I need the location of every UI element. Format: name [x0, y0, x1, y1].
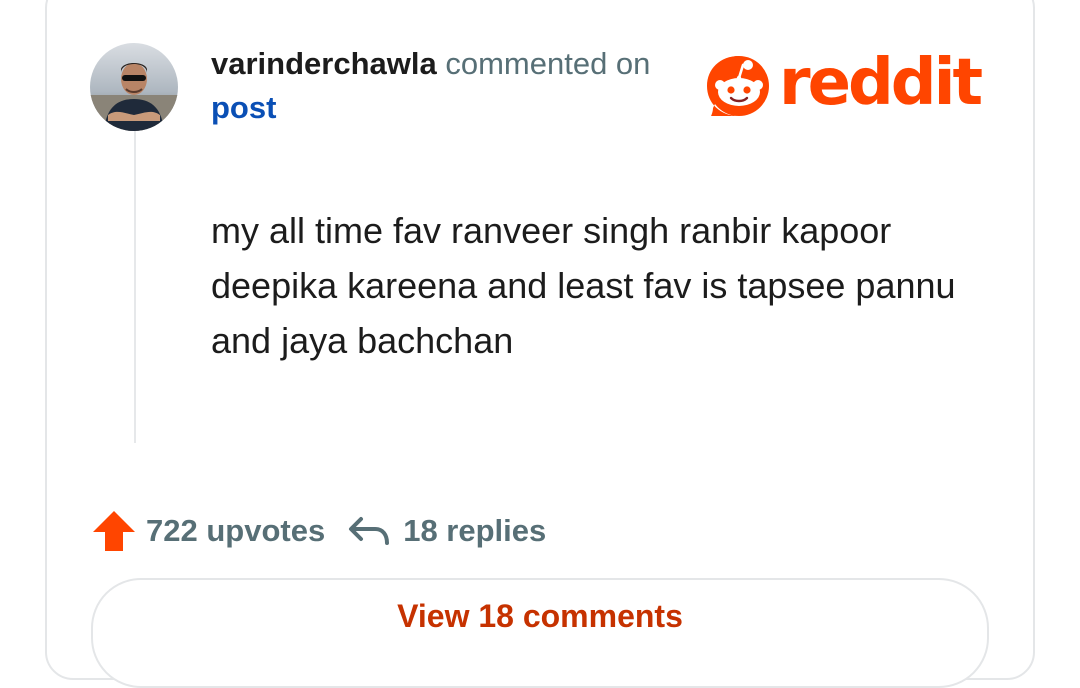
upvote-count: 722 upvotes	[146, 513, 326, 548]
reply-count: 18 replies	[403, 513, 547, 548]
action-text: commented on	[445, 46, 651, 81]
reply-arrow-icon[interactable]	[347, 513, 391, 549]
username-link[interactable]: varinderchawla	[211, 46, 437, 81]
reddit-logo: reddit	[703, 48, 983, 120]
comment-header: varinderchawla commented on	[211, 44, 650, 84]
avatar-photo	[90, 43, 178, 131]
reddit-snoo-icon	[707, 56, 769, 116]
reddit-wordmark: reddit	[779, 46, 983, 120]
comment-text: my all time fav ranveer singh ranbir kap…	[211, 210, 956, 361]
comment-footer: 722 upvotes 18 replies	[92, 508, 546, 554]
view-comments-button[interactable]: View 18 comments	[91, 578, 989, 688]
thread-line	[134, 131, 136, 443]
upvote-arrow-icon[interactable]	[92, 509, 136, 553]
post-link[interactable]: post	[211, 88, 276, 128]
user-avatar[interactable]	[90, 43, 178, 131]
